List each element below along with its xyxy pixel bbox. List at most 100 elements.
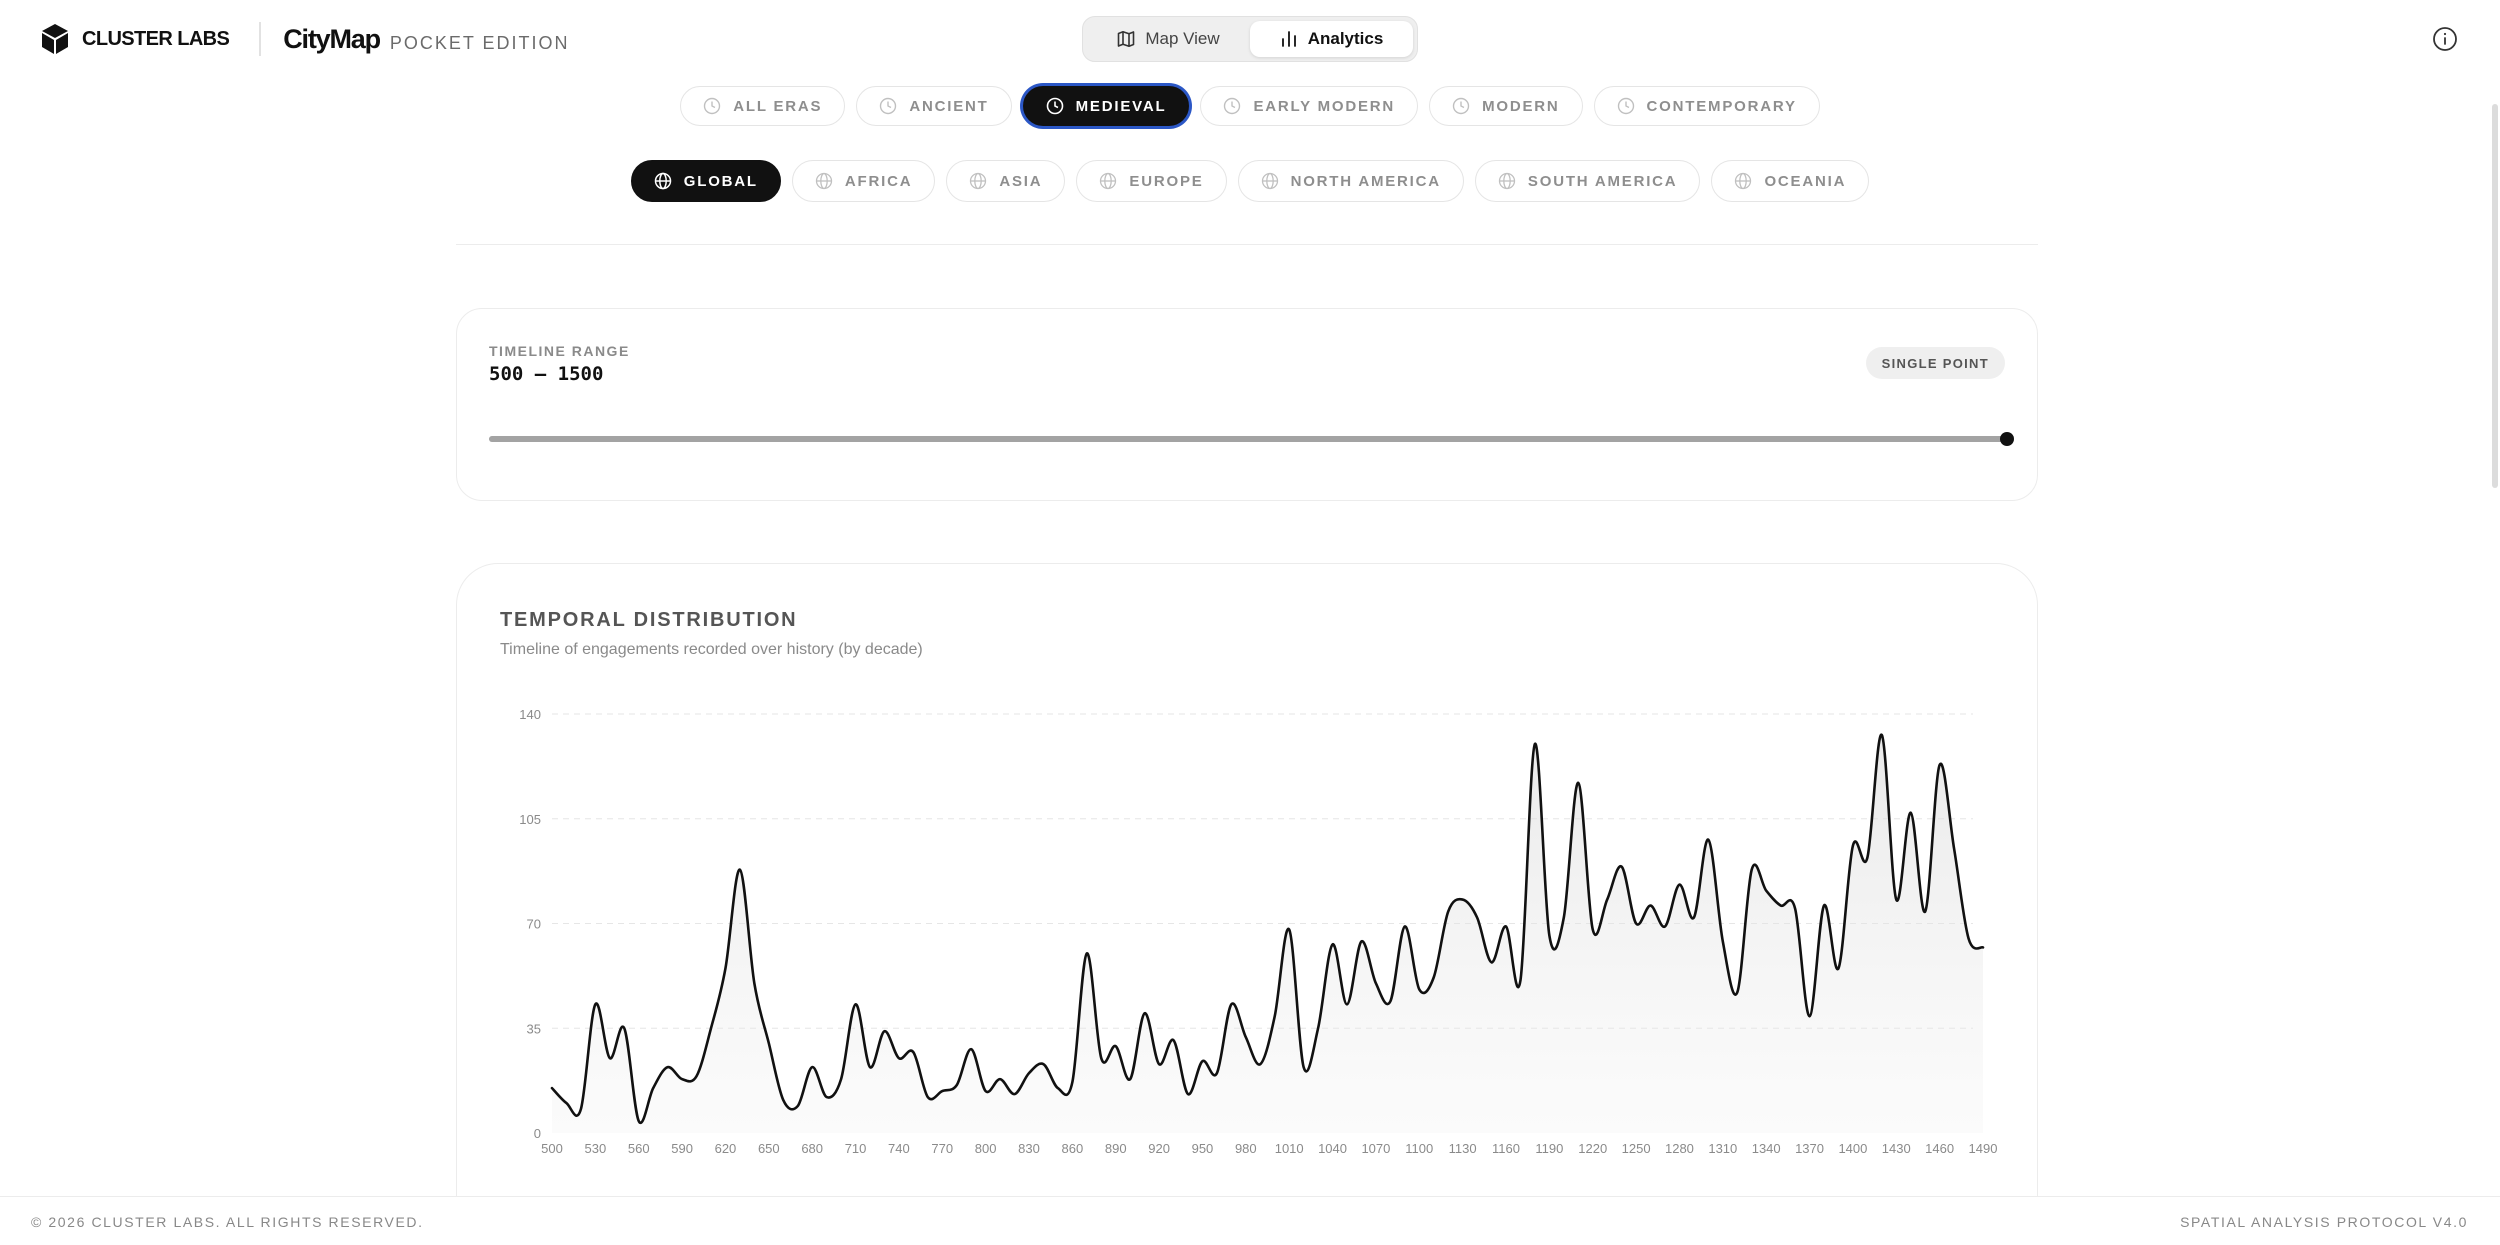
bar-chart-icon — [1281, 31, 1296, 47]
clock-icon — [880, 97, 897, 115]
globe-icon — [1261, 172, 1278, 190]
region-pill-label: OCEANIA — [1764, 172, 1847, 190]
x-tick-label: 1040 — [1318, 1141, 1347, 1156]
region-pill-europe[interactable]: EUROPE — [1076, 160, 1227, 202]
x-tick-label: 980 — [1235, 1141, 1257, 1156]
era-pill-early-modern[interactable]: EARLY MODERN — [1200, 86, 1419, 126]
x-tick-label: 1460 — [1925, 1141, 1954, 1156]
x-tick-label: 1010 — [1275, 1141, 1304, 1156]
x-tick-label: 1400 — [1838, 1141, 1867, 1156]
temporal-distribution-chart: 0 35 70 105 140 500 530 560 590 620 650 680 710 740 77… — [519, 707, 1998, 1156]
globe-icon — [1100, 172, 1117, 190]
x-tick-label: 1220 — [1578, 1141, 1607, 1156]
x-tick-label: 590 — [671, 1141, 693, 1156]
x-tick-label: 1100 — [1405, 1141, 1433, 1156]
era-pill-all-eras[interactable]: ALL ERAS — [680, 86, 846, 126]
x-tick-label: 1280 — [1665, 1141, 1694, 1156]
x-tick-label: 1370 — [1795, 1141, 1824, 1156]
globe-icon — [970, 172, 987, 190]
region-pill-asia[interactable]: ASIA — [946, 160, 1066, 202]
era-filter-row: ALL ERAS ANCIENT MEDIEVAL EARLY MODERN M… — [0, 86, 2500, 126]
timeline-card: TIMELINE RANGE 500 — 1500 SINGLE POINT — [456, 308, 2038, 501]
x-tick-label: 1160 — [1492, 1141, 1520, 1156]
brand[interactable]: CLUSTER LABS CityMap POCKET EDITION — [40, 22, 570, 56]
region-filter-row: GLOBAL AFRICA ASIA EUROPE NORTH AMERICA … — [0, 160, 2500, 202]
era-pill-contemporary[interactable]: CONTEMPORARY — [1593, 86, 1820, 126]
x-tick-label: 1340 — [1752, 1141, 1781, 1156]
x-tick-label: 680 — [801, 1141, 823, 1156]
era-pill-label: CONTEMPORARY — [1646, 97, 1797, 115]
timeline-slider-track[interactable] — [489, 432, 2014, 446]
region-pill-oceania[interactable]: OCEANIA — [1711, 160, 1870, 202]
y-tick-label: 140 — [519, 707, 541, 722]
map-view-button[interactable]: Map View — [1087, 21, 1250, 57]
region-pill-global[interactable]: GLOBAL — [630, 160, 781, 202]
clock-icon — [1452, 97, 1470, 115]
x-tick-label: 740 — [888, 1141, 910, 1156]
x-tick-label: 710 — [845, 1141, 867, 1156]
temporal-distribution-card: TEMPORAL DISTRIBUTION Timeline of engage… — [456, 563, 2038, 1245]
globe-icon — [1735, 172, 1752, 190]
region-pill-africa[interactable]: AFRICA — [791, 160, 936, 202]
single-point-button[interactable]: SINGLE POINT — [1865, 347, 2005, 379]
cube-logo-icon — [42, 24, 68, 54]
app-footer: © 2026 CLUSTER LABS. ALL RIGHTS RESERVED… — [0, 1196, 2500, 1245]
era-pill-medieval[interactable]: MEDIEVAL — [1022, 86, 1190, 126]
x-tick-label: 560 — [628, 1141, 650, 1156]
app-edition: POCKET EDITION — [389, 32, 570, 53]
x-tick-label: 1190 — [1535, 1141, 1563, 1156]
clock-icon — [704, 97, 721, 115]
timeline-slider-handle[interactable] — [2000, 432, 2014, 446]
clock-icon — [1617, 97, 1634, 115]
timeline-label: TIMELINE RANGE — [489, 343, 630, 359]
globe-icon — [815, 172, 833, 190]
x-tick-label: 800 — [975, 1141, 997, 1156]
brand-name: CLUSTER LABS — [82, 27, 230, 50]
x-tick-label: 1490 — [1969, 1141, 1998, 1156]
timeline-value: 500 — 1500 — [489, 363, 604, 385]
x-tick-label: 1430 — [1882, 1141, 1911, 1156]
region-pill-north-america[interactable]: NORTH AMERICA — [1237, 160, 1464, 202]
era-pill-label: MODERN — [1482, 97, 1560, 115]
globe-icon — [1498, 172, 1516, 190]
y-tick-label: 0 — [534, 1126, 541, 1141]
x-tick-label: 1250 — [1622, 1141, 1651, 1156]
analytics-button[interactable]: Analytics — [1250, 21, 1413, 57]
region-pill-south-america[interactable]: SOUTH AMERICA — [1474, 160, 1701, 202]
x-tick-label: 860 — [1062, 1141, 1084, 1156]
page-scrollbar[interactable] — [2492, 104, 2498, 488]
region-pill-label: SOUTH AMERICA — [1527, 172, 1678, 190]
x-tick-label: 1070 — [1361, 1141, 1390, 1156]
region-pill-label: NORTH AMERICA — [1290, 172, 1441, 190]
clock-icon — [1224, 97, 1241, 115]
x-tick-label: 770 — [931, 1141, 953, 1156]
app-header: CLUSTER LABS CityMap POCKET EDITION Map … — [0, 0, 2500, 78]
era-pill-label: ALL ERAS — [733, 97, 823, 115]
era-pill-label: EARLY MODERN — [1253, 97, 1396, 115]
info-icon[interactable] — [2432, 26, 2458, 52]
timeline-slider-fill — [489, 436, 2007, 442]
map-icon — [1118, 30, 1135, 48]
x-tick-label: 500 — [541, 1141, 563, 1156]
era-pill-label: MEDIEVAL — [1075, 97, 1167, 115]
protocol-version: SPATIAL ANALYSIS PROTOCOL V4.0 — [2180, 1214, 2468, 1230]
x-tick-label: 890 — [1105, 1141, 1127, 1156]
y-tick-label: 70 — [527, 917, 541, 932]
y-tick-label: 35 — [527, 1021, 541, 1036]
era-pill-modern[interactable]: MODERN — [1429, 86, 1583, 126]
region-pill-label: EUROPE — [1129, 172, 1204, 190]
region-pill-label: AFRICA — [844, 172, 913, 190]
era-pill-ancient[interactable]: ANCIENT — [856, 86, 1012, 126]
x-tick-label: 830 — [1018, 1141, 1040, 1156]
x-tick-label: 650 — [758, 1141, 780, 1156]
x-tick-label: 920 — [1148, 1141, 1170, 1156]
view-toggle: Map View Analytics — [1082, 16, 1418, 62]
x-tick-label: 530 — [585, 1141, 607, 1156]
x-tick-label: 950 — [1192, 1141, 1214, 1156]
x-tick-label: 1130 — [1449, 1141, 1477, 1156]
y-tick-label: 105 — [519, 812, 541, 827]
region-pill-label: ASIA — [999, 172, 1043, 190]
map-view-label: Map View — [1145, 29, 1220, 48]
app-name: CityMap — [283, 23, 381, 54]
clock-icon — [1046, 97, 1063, 115]
